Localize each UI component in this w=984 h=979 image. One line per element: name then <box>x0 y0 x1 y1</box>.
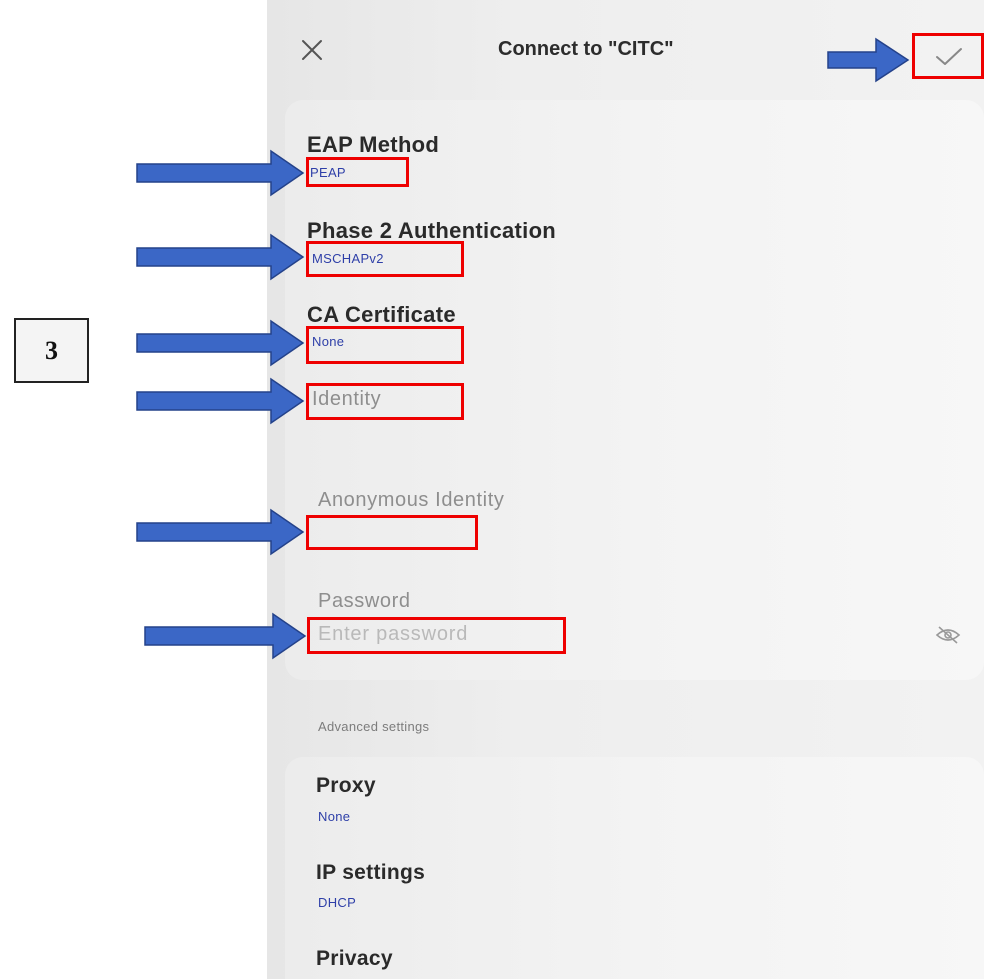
arrow-right-icon <box>136 377 305 425</box>
highlight-identity <box>306 383 464 420</box>
ip-settings-value: DHCP <box>318 895 357 910</box>
arrow-right-icon <box>136 149 305 197</box>
arrow-right-icon <box>136 319 305 367</box>
advanced-settings-header: Advanced settings <box>318 719 430 734</box>
eap-method-label: EAP Method <box>307 132 440 157</box>
eye-off-icon[interactable] <box>935 625 961 645</box>
highlight-confirm-button <box>912 33 984 79</box>
arrow-right-icon <box>136 508 305 556</box>
proxy-value: None <box>318 809 351 824</box>
highlight-phase2 <box>306 241 464 277</box>
arrow-right-icon <box>136 233 305 281</box>
highlight-eap-method <box>306 157 409 187</box>
ip-settings-label[interactable]: IP settings <box>316 861 425 885</box>
password-label: Password <box>318 590 411 612</box>
arrow-right-icon <box>144 612 307 660</box>
step-number-badge: 3 <box>14 318 89 383</box>
close-icon[interactable] <box>300 38 324 62</box>
proxy-label[interactable]: Proxy <box>316 774 376 798</box>
arrow-right-icon <box>827 37 910 83</box>
anonymous-identity-label: Anonymous Identity <box>318 489 505 511</box>
privacy-label[interactable]: Privacy <box>316 947 393 971</box>
dialog-title: Connect to "CITC" <box>498 38 674 60</box>
highlight-anonymous-identity <box>306 515 478 550</box>
highlight-password <box>307 617 566 654</box>
ca-certificate-label: CA Certificate <box>307 302 456 327</box>
highlight-ca-certificate <box>306 326 464 364</box>
